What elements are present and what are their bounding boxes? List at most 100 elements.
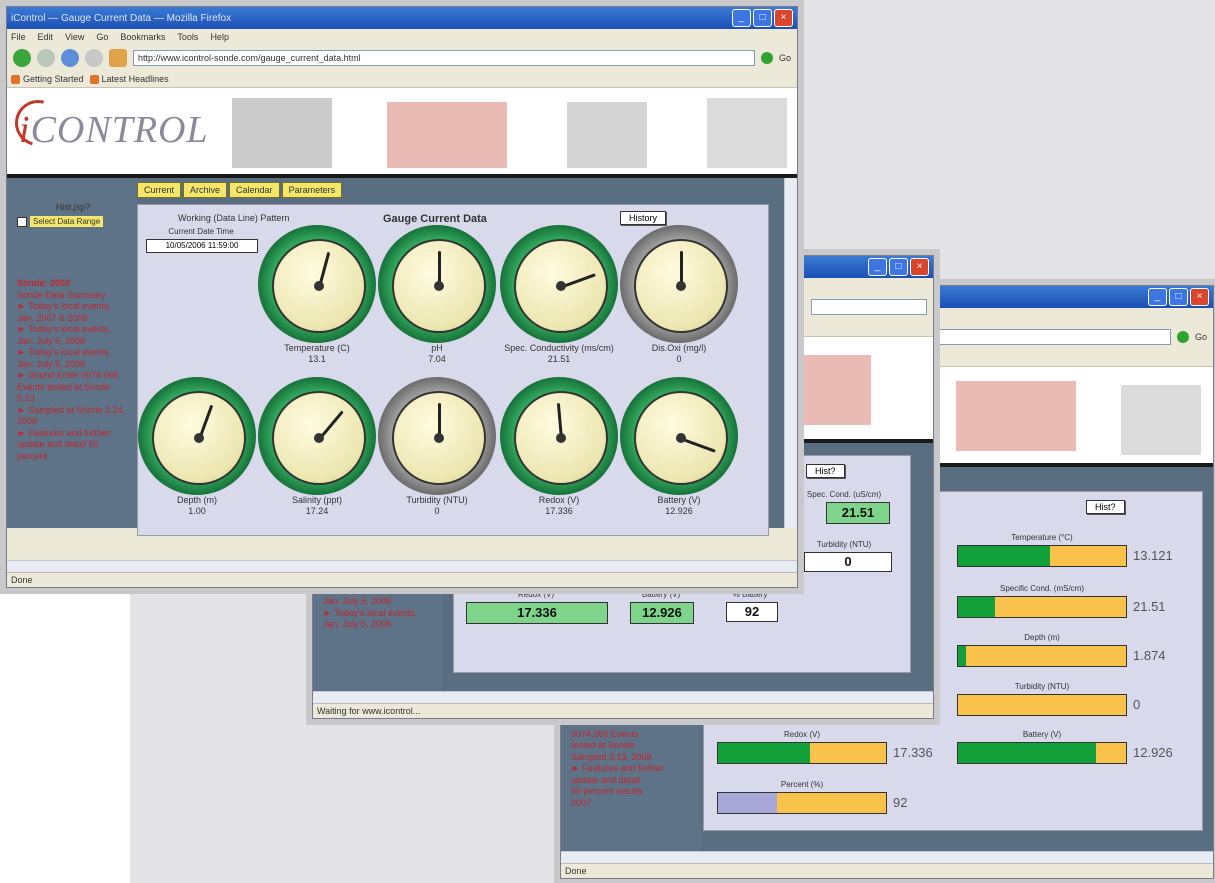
content-area: Hist.jsp? Select Data Range Sonde: 2003 …: [7, 178, 797, 536]
browser-window-gauges: iControl — Gauge Current Data — Mozilla …: [6, 6, 798, 588]
sidebar-item[interactable]: ► Features and further: [571, 763, 683, 775]
banner-photo: [801, 355, 871, 425]
bar-label: Percent (%): [780, 780, 824, 789]
gauge-label: Temperature (C) 13.1: [258, 343, 376, 365]
bar-value: 12.926: [1133, 745, 1173, 760]
go-icon[interactable]: [760, 52, 773, 64]
reload-icon[interactable]: [61, 49, 79, 67]
gauge-value: 0: [676, 354, 682, 364]
sidebar-item[interactable]: 50 percent results: [571, 786, 683, 798]
address-field[interactable]: [811, 299, 927, 315]
date-range-toggle[interactable]: Select Data Range: [17, 216, 104, 227]
stop-icon[interactable]: [85, 49, 103, 67]
sidebar-item[interactable]: Sonde Data Summary: [17, 290, 129, 302]
menu-tools[interactable]: Tools: [177, 32, 198, 42]
bookmark-getting-started[interactable]: Getting Started: [11, 74, 84, 84]
bookmark-label: Getting Started: [23, 74, 84, 84]
gauge-label: Turbidity (NTU) 0: [378, 495, 496, 517]
checkbox[interactable]: [17, 216, 27, 227]
menu-help[interactable]: Help: [210, 32, 229, 42]
bar-label: Battery (V): [1022, 730, 1062, 739]
sidebar-item[interactable]: ► Today's local events, Jan. July 5, 200…: [17, 347, 129, 370]
tab-archive[interactable]: Archive: [183, 182, 228, 198]
sidebar-item[interactable]: 2007: [571, 798, 683, 810]
spec-cond-value: 21.51: [826, 502, 890, 524]
sidebar-item[interactable]: ► Today's local events, Jan. July 5, 200…: [323, 608, 435, 631]
home-icon[interactable]: [109, 49, 127, 67]
bar-label: Specific Cond. (mS/cm): [999, 584, 1085, 593]
menu-view[interactable]: View: [65, 32, 84, 42]
history-button[interactable]: Hist?: [1086, 500, 1125, 514]
gauge-hub: [556, 281, 566, 291]
bookmark-label: Latest Headlines: [101, 74, 169, 84]
go-button[interactable]: Go: [779, 53, 791, 63]
vertical-scrollbar[interactable]: [784, 178, 797, 528]
gauge-dial: [620, 225, 738, 343]
forward-icon[interactable]: [37, 49, 55, 67]
sidebar-item[interactable]: ► Today's local events, Jan. 2007 & 2008: [17, 301, 129, 324]
sidebar-heading: Sonde: 2003: [17, 278, 71, 288]
sidebar-item[interactable]: tested at Sonde: [571, 740, 683, 752]
datetime-label: Current Date Time: [168, 227, 234, 236]
menu-file[interactable]: File: [11, 32, 26, 42]
gauge-dial: [620, 377, 738, 495]
minimize-icon[interactable]: _: [732, 9, 751, 27]
menu-edit[interactable]: Edit: [38, 32, 54, 42]
close-icon[interactable]: ×: [910, 258, 929, 276]
gauge-name: Battery (V): [657, 495, 701, 505]
go-icon[interactable]: [1176, 331, 1189, 343]
go-button[interactable]: Go: [1195, 332, 1207, 342]
sidebar-item[interactable]: Sampled 3.13, 2008: [571, 752, 683, 764]
close-icon[interactable]: ×: [1190, 288, 1209, 306]
sidebar-item[interactable]: ► Features and further: update and detai…: [17, 428, 129, 463]
gauge-face: [634, 391, 728, 485]
address-field[interactable]: http://www.icontrol-sonde.com/gauge_curr…: [133, 50, 755, 66]
sidebar-item[interactable]: ► Today's local events, Jan. July 5, 200…: [17, 324, 129, 347]
bar-gauge: [717, 792, 887, 814]
gauge-hub: [434, 433, 444, 443]
gauge-face: [392, 239, 486, 333]
bar-value: 21.51: [1133, 599, 1166, 614]
sidebar-item[interactable]: ► Sound Enter 0074.066 Events tested at …: [17, 370, 129, 405]
history-button[interactable]: Hist?: [806, 464, 845, 478]
maximize-icon[interactable]: □: [889, 258, 908, 276]
bar-fill: [958, 546, 1051, 566]
back-icon[interactable]: [13, 49, 31, 67]
tab-current[interactable]: Current: [137, 182, 182, 198]
status-bar: Waiting for www.icontrol...: [313, 703, 933, 718]
bar-label: Turbidity (NTU): [1014, 682, 1070, 691]
bar-gauge: [957, 596, 1127, 618]
bookmark-latest-headlines[interactable]: Latest Headlines: [89, 74, 169, 84]
close-icon[interactable]: ×: [774, 9, 793, 27]
tab-bar: Current Archive Calendar Parameters: [137, 182, 343, 198]
percent-label: % Battery: [732, 590, 768, 599]
bar-value: 92: [893, 795, 908, 810]
gauge-hub: [314, 281, 324, 291]
gauge-value: 13.1: [308, 354, 326, 364]
bar-fill: [718, 793, 777, 813]
gauge-name: pH: [431, 343, 443, 353]
bar-value: 0: [1133, 697, 1141, 712]
sidebar-item[interactable]: update and detail: [571, 775, 683, 787]
history-button[interactable]: History: [620, 211, 667, 225]
gauge-face: [272, 391, 366, 485]
address-field[interactable]: [904, 329, 1171, 345]
status-bar: Done: [7, 572, 797, 587]
menu-bookmarks[interactable]: Bookmarks: [120, 32, 165, 42]
tab-parameters[interactable]: Parameters: [281, 182, 343, 198]
menu-go[interactable]: Go: [96, 32, 108, 42]
gauge-hub: [676, 433, 686, 443]
percent-value: 92: [726, 602, 778, 622]
bar-label: Redox (V): [783, 730, 820, 739]
gauge-name: Temperature (C): [284, 343, 350, 353]
battery-label: Battery (V): [641, 590, 681, 599]
gauge-face: [272, 239, 366, 333]
minimize-icon[interactable]: _: [868, 258, 887, 276]
maximize-icon[interactable]: □: [753, 9, 772, 27]
sidebar-item[interactable]: ► Sampled at Sonde 2.24, 2008: [17, 405, 129, 428]
gauge-dial: [378, 377, 496, 495]
maximize-icon[interactable]: □: [1169, 288, 1188, 306]
sidebar-item[interactable]: 0074.066 Events: [571, 729, 683, 741]
tab-calendar[interactable]: Calendar: [229, 182, 280, 198]
minimize-icon[interactable]: _: [1148, 288, 1167, 306]
